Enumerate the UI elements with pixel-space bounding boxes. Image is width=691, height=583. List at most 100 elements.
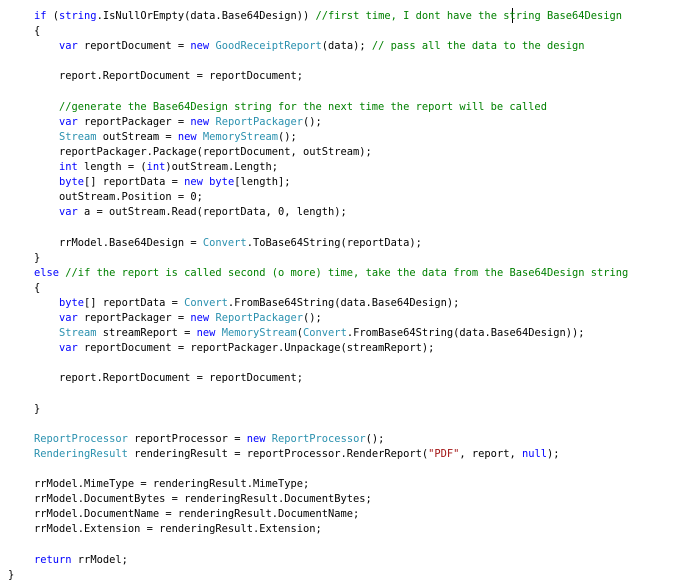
code-token: new xyxy=(190,312,210,324)
code-editor[interactable]: if (string.IsNullOrEmpty(data.Base64Desi… xyxy=(0,0,691,581)
code-token: string xyxy=(59,10,97,22)
code-token: new xyxy=(184,176,203,189)
code-token: new xyxy=(246,432,266,445)
code-token: { xyxy=(34,25,41,38)
code-line[interactable]: if (string.IsNullOrEmpty(data.Base64Desi… xyxy=(34,9,622,24)
code-line[interactable]: Stream outStream = new MemoryStream(); xyxy=(59,130,297,145)
code-token: if xyxy=(34,10,47,22)
code-token: rrModel.DocumentName = renderingResult.D… xyxy=(34,508,360,521)
code-token: .FromBase64String(data.Base64Design); xyxy=(227,296,460,309)
code-token: "PDF" xyxy=(428,447,460,460)
code-token: length = ( xyxy=(77,161,147,173)
code-token: Stream xyxy=(59,130,97,143)
code-line[interactable]: outStream.Position = 0; xyxy=(59,190,203,205)
code-token: ReportProcessor xyxy=(34,432,128,445)
code-line[interactable]: int length = (int)outStream.Length; xyxy=(59,160,278,175)
code-line[interactable]: var reportDocument = new GoodReceiptRepo… xyxy=(59,39,585,54)
code-token: new xyxy=(190,40,210,53)
code-token: reportPackager = xyxy=(77,115,191,128)
code-line[interactable]: reportPackager.Package(reportDocument, o… xyxy=(59,145,372,160)
code-token: Stream xyxy=(59,327,97,340)
code-token: Convert xyxy=(202,236,247,249)
code-line[interactable]: report.ReportDocument = reportDocument; xyxy=(59,371,303,386)
code-line[interactable]: rrModel.Extension = renderingResult.Exte… xyxy=(34,522,322,537)
code-line[interactable]: rrModel.MimeType = renderingResult.MimeT… xyxy=(34,477,309,492)
code-token: report.ReportDocument = reportDocument; xyxy=(59,70,303,83)
code-line[interactable]: rrModel.DocumentName = renderingResult.D… xyxy=(34,507,359,522)
code-token: rrModel.Extension = renderingResult.Exte… xyxy=(34,523,322,536)
code-token: RenderingResult xyxy=(34,447,128,460)
code-token: null xyxy=(521,447,547,460)
code-token: } xyxy=(34,251,41,264)
code-line[interactable]: } xyxy=(34,402,40,417)
code-line[interactable]: var reportPackager = new ReportPackager(… xyxy=(59,311,322,326)
code-token: new xyxy=(177,130,197,143)
code-token: reportPackager = xyxy=(77,312,191,324)
code-token: var xyxy=(59,342,78,355)
code-token: reportPackager.Package(reportDocument, o… xyxy=(59,145,372,158)
code-line[interactable]: return rrModel; xyxy=(34,553,128,568)
code-line[interactable]: RenderingResult renderingResult = report… xyxy=(34,447,560,462)
code-token: [length]; xyxy=(234,176,291,189)
code-token: } xyxy=(8,568,15,581)
code-token: var xyxy=(59,40,78,53)
code-token: ReportPackager xyxy=(215,312,304,324)
code-line[interactable]: { xyxy=(34,24,40,39)
code-token: rrModel.MimeType = renderingResult.MimeT… xyxy=(34,478,310,491)
code-line[interactable]: else //if the report is called second (o… xyxy=(34,266,628,281)
code-line[interactable]: Stream streamReport = new MemoryStream(C… xyxy=(59,326,585,341)
code-token: new xyxy=(196,327,216,340)
code-token: ReportProcessor xyxy=(271,432,366,445)
code-token: rrModel.DocumentBytes = renderingResult.… xyxy=(34,493,372,506)
code-token: //first time, I dont have the string Bas… xyxy=(315,10,623,22)
code-line[interactable]: { xyxy=(34,281,40,296)
code-token: var xyxy=(59,206,78,219)
code-token: byte xyxy=(59,176,85,189)
code-line[interactable]: rrModel.DocumentBytes = renderingResult.… xyxy=(34,492,372,507)
code-token: ); xyxy=(547,447,560,460)
code-token: , report, xyxy=(459,447,522,460)
code-token: byte xyxy=(59,296,85,309)
code-token: outStream = xyxy=(96,130,178,143)
code-token: // pass all the data to the design xyxy=(371,40,585,53)
code-token: ReportPackager xyxy=(215,115,304,128)
code-token: (); xyxy=(278,130,297,143)
code-token: )outStream.Length; xyxy=(165,161,278,173)
code-token: streamReport = xyxy=(96,327,197,340)
code-line[interactable]: var reportDocument = reportPackager.Unpa… xyxy=(59,341,434,356)
code-token: new xyxy=(190,115,210,128)
code-token: //if the report is called second (o more… xyxy=(65,266,629,279)
code-token: (); xyxy=(303,115,322,128)
code-line[interactable]: var reportPackager = new ReportPackager(… xyxy=(59,115,322,130)
code-token: a = outStream.Read(reportData, 0, length… xyxy=(77,206,347,219)
code-token: byte xyxy=(209,176,235,189)
code-line[interactable]: report.ReportDocument = reportDocument; xyxy=(59,69,303,84)
code-line[interactable]: var a = outStream.Read(reportData, 0, le… xyxy=(59,205,347,220)
code-token: (); xyxy=(365,432,385,445)
code-token: reportDocument = reportPackager.Unpackag… xyxy=(77,342,435,355)
code-line[interactable]: byte[] reportData = Convert.FromBase64St… xyxy=(59,296,459,311)
code-token: ( xyxy=(46,10,60,22)
code-token: (); xyxy=(303,312,322,324)
code-line[interactable]: rrModel.Base64Design = Convert.ToBase64S… xyxy=(59,236,422,251)
code-token: rrModel.Base64Design = xyxy=(59,236,203,249)
code-token: .FromBase64String(data.Base64Design)); xyxy=(346,327,585,340)
code-token: MemoryStream xyxy=(221,327,297,340)
code-line[interactable]: } xyxy=(8,568,14,583)
code-line[interactable]: byte[] reportData = new byte[length]; xyxy=(59,175,291,190)
code-token: [] reportData = xyxy=(84,176,185,189)
code-token: [] reportData = xyxy=(84,296,185,309)
code-token: MemoryStream xyxy=(202,130,278,143)
code-token: else xyxy=(34,266,60,279)
code-line[interactable]: //generate the Base64Design string for t… xyxy=(59,100,547,115)
code-token: int xyxy=(59,161,78,173)
code-line[interactable]: ReportProcessor reportProcessor = new Re… xyxy=(34,432,384,447)
code-token: renderingResult = reportProcessor.Render… xyxy=(127,447,429,460)
code-token: GoodReceiptReport xyxy=(215,40,322,53)
code-token: outStream.Position = 0; xyxy=(59,191,203,204)
code-token: { xyxy=(34,281,41,294)
code-token: (data); xyxy=(321,40,372,53)
code-line[interactable]: } xyxy=(34,251,40,266)
code-token: reportProcessor = xyxy=(127,432,247,445)
code-token: var xyxy=(59,115,78,128)
